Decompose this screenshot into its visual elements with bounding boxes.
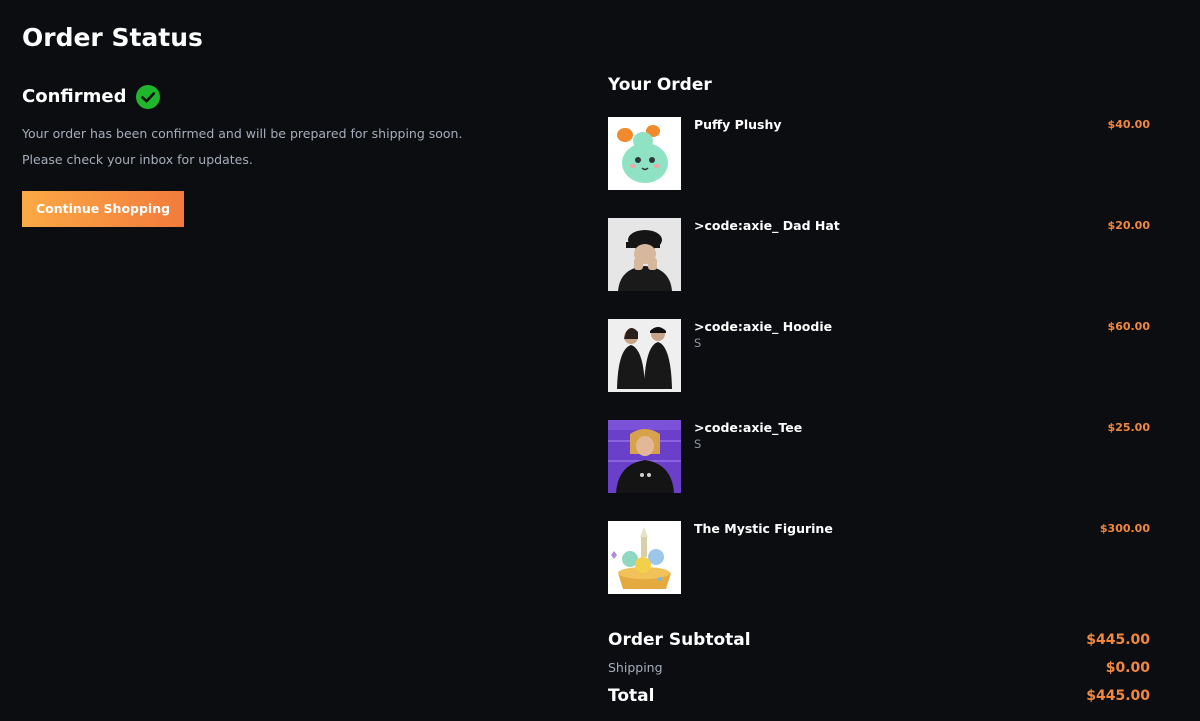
total-row: Total $445.00 [608, 682, 1150, 710]
total-value: $445.00 [1086, 688, 1150, 704]
item-price: $25.00 [1107, 421, 1150, 434]
puffy-plushy-image[interactable] [608, 117, 681, 190]
page-title: Order Status [22, 23, 203, 52]
shipping-value: $0.00 [1105, 660, 1150, 676]
order-items-list: Puffy Plushy $40.00 >code:axie_ Dad Hat … [608, 117, 1150, 622]
dad-hat-image[interactable] [608, 218, 681, 291]
subtotal-value: $445.00 [1086, 632, 1150, 648]
continue-shopping-button[interactable]: Continue Shopping [22, 191, 185, 227]
item-price: $20.00 [1107, 219, 1150, 232]
check-circle-icon [136, 85, 161, 109]
total-label: Total [608, 686, 655, 706]
order-item: >code:axie_Tee S $25.00 [608, 420, 1150, 521]
item-name[interactable]: >code:axie_ Hoodie [694, 319, 832, 335]
item-price: $300.00 [1099, 522, 1150, 535]
subtotal-row: Order Subtotal $445.00 [608, 626, 1150, 654]
order-item: The Mystic Figurine $300.00 [608, 521, 1150, 622]
order-status-panel: Order Status Confirmed Your order has be… [22, 22, 562, 227]
status-message-line-2: Please check your inbox for updates. [22, 152, 253, 167]
item-variant: S [694, 437, 702, 451]
order-status-page: Order Status Confirmed Your order has be… [0, 0, 1200, 721]
item-name[interactable]: >code:axie_ Dad Hat [694, 218, 840, 234]
mystic-figurine-image[interactable] [608, 521, 681, 594]
item-name[interactable]: The Mystic Figurine [694, 521, 833, 537]
shipping-row: Shipping $0.00 [608, 654, 1150, 682]
hoodie-image[interactable] [608, 319, 681, 392]
order-item: Puffy Plushy $40.00 [608, 117, 1150, 218]
tee-image[interactable] [608, 420, 681, 493]
status-label: Confirmed [22, 86, 127, 107]
order-summary-title: Your Order [608, 75, 712, 95]
order-summary-panel: Your Order Puffy Plushy $40.00 >code:axi… [608, 70, 1150, 710]
status-row: Confirmed [22, 77, 562, 117]
order-item: >code:axie_ Dad Hat $20.00 [608, 218, 1150, 319]
shipping-label: Shipping [608, 660, 663, 675]
item-name[interactable]: >code:axie_Tee [694, 420, 802, 436]
item-variant: S [694, 336, 702, 350]
order-item: >code:axie_ Hoodie S $60.00 [608, 319, 1150, 420]
item-price: $60.00 [1107, 320, 1150, 333]
subtotal-label: Order Subtotal [608, 630, 751, 650]
item-price: $40.00 [1107, 118, 1150, 131]
item-name[interactable]: Puffy Plushy [694, 117, 782, 133]
status-message-line-1: Your order has been confirmed and will b… [22, 126, 463, 141]
order-totals: Order Subtotal $445.00 Shipping $0.00 To… [608, 626, 1150, 710]
